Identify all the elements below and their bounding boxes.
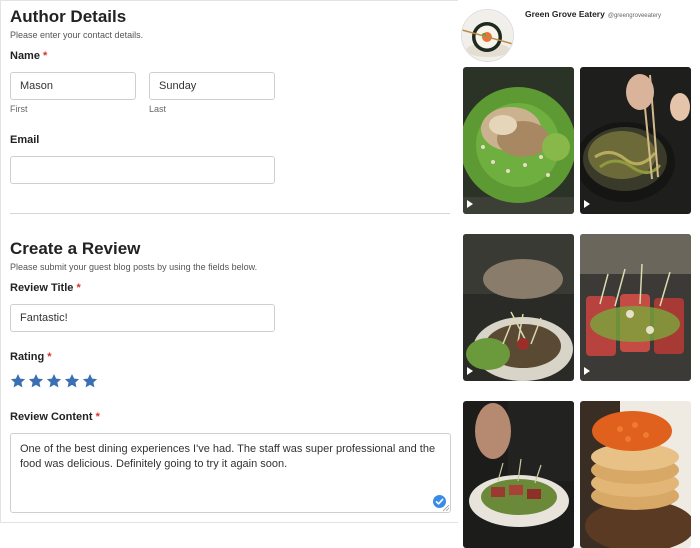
feed-post-sprout-bowl[interactable] xyxy=(463,234,574,381)
roe-pancakes-photo xyxy=(580,401,691,548)
review-content-text: One of the best dining experiences I've … xyxy=(20,443,436,470)
review-content-textarea[interactable]: One of the best dining experiences I've … xyxy=(10,433,451,513)
name-label: Name * xyxy=(10,50,47,62)
review-title-label: Review Title * xyxy=(10,282,81,294)
wrap-plate-photo xyxy=(463,67,574,214)
last-name-hint: Last xyxy=(149,104,167,114)
resize-grip-icon[interactable] xyxy=(443,505,449,511)
review-content-label-text: Review Content xyxy=(10,411,93,423)
create-review-subtitle: Please submit your guest blog posts by u… xyxy=(10,262,258,272)
required-mark: * xyxy=(76,282,81,294)
account-handle: @greengroveeatery xyxy=(607,13,661,19)
account-name-text: Green Grove Eatery xyxy=(525,9,605,19)
review-content-label: Review Content * xyxy=(10,411,100,423)
rating-label-text: Rating xyxy=(10,351,45,363)
star-icon[interactable] xyxy=(82,373,98,389)
account-name[interactable]: Green Grove Eatery @greengroveeatery xyxy=(525,9,661,19)
wok-noodles-photo xyxy=(580,67,691,214)
star-icon[interactable] xyxy=(28,373,44,389)
feed-post-steak-salad[interactable] xyxy=(463,401,574,548)
steak-salad-photo xyxy=(463,401,574,548)
create-review-heading: Create a Review xyxy=(10,239,141,258)
video-play-icon xyxy=(467,200,473,208)
first-name-input[interactable]: Mason xyxy=(10,72,136,100)
first-name-hint: First xyxy=(10,104,28,114)
star-icon[interactable] xyxy=(10,373,26,389)
email-label: Email xyxy=(10,134,40,146)
email-input[interactable] xyxy=(10,156,275,184)
review-title-label-text: Review Title xyxy=(10,282,74,294)
section-divider xyxy=(10,213,450,214)
star-icon[interactable] xyxy=(64,373,80,389)
feed-post-roe-pancakes[interactable] xyxy=(580,401,691,548)
video-play-icon xyxy=(584,367,590,375)
required-mark: * xyxy=(95,411,100,423)
seared-tuna-photo xyxy=(580,234,691,381)
sushi-roll-avatar-icon xyxy=(462,10,513,61)
rating-label: Rating * xyxy=(10,351,52,363)
required-mark: * xyxy=(47,351,52,363)
star-icon[interactable] xyxy=(46,373,62,389)
last-name-input[interactable]: Sunday xyxy=(149,72,275,100)
video-play-icon xyxy=(467,367,473,375)
rating-stars[interactable] xyxy=(10,373,98,391)
feed-post-seared-tuna[interactable] xyxy=(580,234,691,381)
author-details-subtitle: Please enter your contact details. xyxy=(10,30,144,40)
feed-post-wok-noodles[interactable] xyxy=(580,67,691,214)
sprout-bowl-photo xyxy=(463,234,574,381)
name-label-text: Name xyxy=(10,50,40,62)
account-avatar[interactable] xyxy=(461,9,514,62)
feed-post-wrap-plate[interactable] xyxy=(463,67,574,214)
required-mark: * xyxy=(43,50,48,62)
review-title-input[interactable]: Fantastic! xyxy=(10,304,275,332)
author-details-heading: Author Details xyxy=(10,7,127,26)
review-form: Author Details Please enter your contact… xyxy=(0,0,458,523)
video-play-icon xyxy=(584,200,590,208)
